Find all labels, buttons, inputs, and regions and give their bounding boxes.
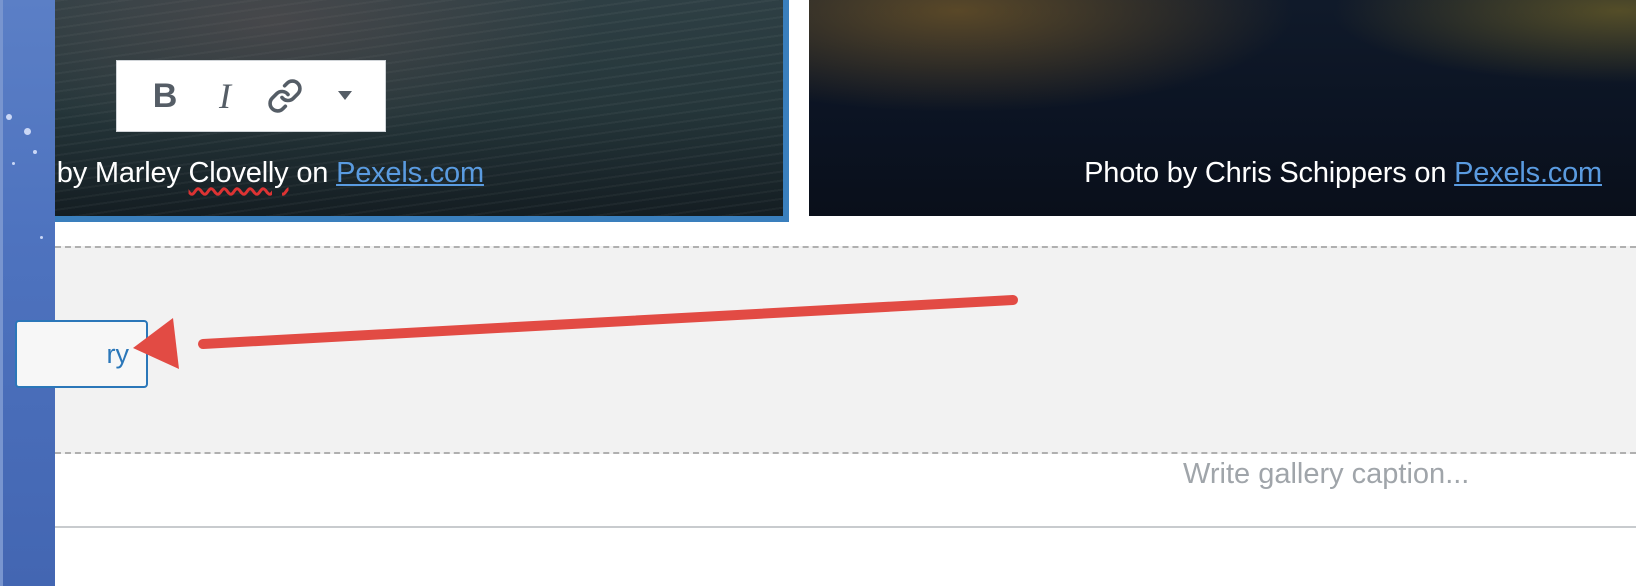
gallery-upload-zone[interactable]: ry <box>15 246 1636 454</box>
star-dot <box>6 114 12 120</box>
annotation-arrow <box>133 295 1018 369</box>
image-caption-1[interactable]: o by Marley Clovelly on Pexels.com <box>55 157 484 190</box>
gallery-image-2[interactable]: Photo by Chris Schippers on Pexels.com <box>809 0 1636 216</box>
caption-link[interactable]: Pexels.com <box>336 157 484 189</box>
background-edge <box>0 0 3 586</box>
star-dot <box>40 236 43 239</box>
bold-button[interactable]: B <box>135 60 195 132</box>
image-caption-2[interactable]: Photo by Chris Schippers on Pexels.com <box>1084 157 1602 190</box>
star-dot <box>33 150 37 154</box>
link-icon <box>267 78 303 114</box>
gallery-caption-input[interactable]: Write gallery caption... <box>1183 458 1469 491</box>
caret-down-icon <box>338 91 352 101</box>
misspelled-word: Clovelly <box>188 157 289 189</box>
italic-button[interactable]: I <box>195 60 255 132</box>
format-toolbar: B I <box>116 60 386 132</box>
link-button[interactable] <box>255 60 315 132</box>
block-divider <box>55 526 1636 528</box>
caption-text: Photo by Chris Schippers on <box>1084 157 1455 189</box>
more-options-button[interactable] <box>315 60 375 132</box>
caption-text: o by Marley <box>55 157 181 189</box>
background-panel-left <box>0 0 55 586</box>
star-dot <box>12 162 15 165</box>
caption-text: on <box>288 157 337 189</box>
caption-link[interactable]: Pexels.com <box>1454 157 1602 189</box>
star-dot <box>24 128 31 135</box>
editor-canvas: o by Marley Clovelly on Pexels.com Photo… <box>15 0 1636 586</box>
